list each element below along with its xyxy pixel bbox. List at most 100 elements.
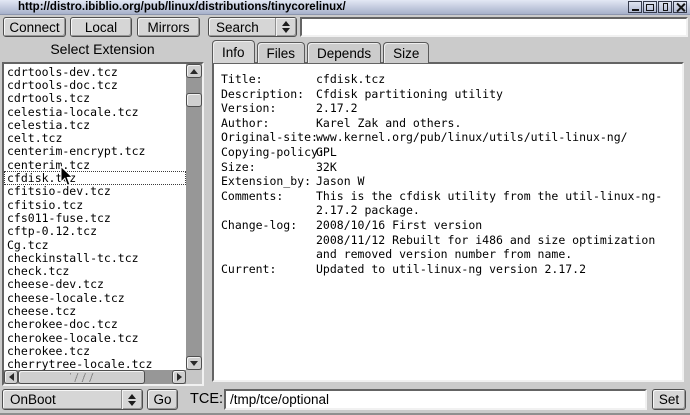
info-field-value: www.kernel.org/pub/linux/utils/util-linu… [316, 130, 628, 145]
appbrowser-window: http://distro.ibiblio.org/pub/linux/dist… [0, 0, 690, 415]
info-line: Change-log: 2008/10/16 First version [221, 218, 678, 233]
list-item[interactable]: cdrtools-dev.tcz [4, 65, 186, 78]
left-arrow-icon [9, 373, 14, 381]
horizontal-scroll-thumb[interactable] [18, 370, 145, 384]
info-field-label: Change-log: [221, 218, 316, 233]
list-item[interactable]: cherokee-doc.tcz [4, 318, 186, 331]
tab[interactable]: Files [257, 42, 306, 63]
minimize-button[interactable] [628, 1, 642, 13]
scroll-up-button[interactable] [186, 64, 202, 78]
shade-icon [663, 3, 668, 11]
info-field-value: and removed version number from name. [316, 247, 572, 262]
maximize-icon [646, 4, 654, 11]
scroll-left-button[interactable] [4, 370, 18, 384]
list-item[interactable]: cherokee-locale.tcz [4, 331, 186, 344]
onboot-dropdown-label: OnBoot [3, 390, 121, 409]
right-arrow-icon [177, 373, 182, 381]
info-line: Current: Updated to util-linux-ng versio… [221, 262, 678, 277]
titlebar[interactable]: http://distro.ibiblio.org/pub/linux/dist… [0, 0, 690, 15]
info-field-label: Copying-policy: [221, 145, 316, 160]
list-item[interactable]: checkinstall-tc.tcz [4, 251, 186, 264]
tab[interactable]: Depends [307, 42, 381, 63]
info-field-label [221, 203, 316, 218]
scroll-down-button[interactable] [186, 356, 202, 370]
info-line: Original-site: www.kernel.org/pub/linux/… [221, 130, 678, 145]
grip-icon [70, 373, 94, 382]
close-button[interactable] [673, 1, 687, 13]
list-item[interactable]: cherrytree-locale.tcz [4, 358, 186, 370]
vertical-scrollbar[interactable] [186, 64, 202, 370]
info-field-value: Updated to util-linux-ng version 2.17.2 [316, 262, 586, 277]
search-dropdown[interactable]: Search [208, 17, 297, 37]
list-item[interactable]: check.tcz [4, 264, 186, 277]
maximize-button[interactable] [643, 1, 657, 13]
onboot-dropdown[interactable]: OnBoot [2, 389, 143, 410]
info-line: Extension_by: Jason W [221, 174, 678, 189]
tce-label: TCE: [190, 391, 223, 407]
search-dropdown-label: Search [209, 18, 275, 36]
info-field-value: Jason W [316, 174, 364, 189]
info-line: Title: cfdisk.tcz [221, 72, 678, 87]
tce-input[interactable] [224, 389, 647, 410]
list-item[interactable]: cheese.tcz [4, 304, 186, 317]
close-icon [676, 3, 685, 12]
list-item[interactable]: cdrtools.tcz [4, 92, 186, 105]
list-item[interactable]: cheese-locale.tcz [4, 291, 186, 304]
list-item[interactable]: cheese-dev.tcz [4, 278, 186, 291]
info-field-value: 2008/10/16 First version [316, 218, 482, 233]
search-input[interactable] [300, 17, 688, 37]
info-field-label: Extension_by: [221, 174, 316, 189]
list-item[interactable]: cfitsio.tcz [4, 198, 186, 211]
connect-button[interactable]: Connect [3, 17, 66, 37]
shade-button[interactable] [658, 1, 672, 13]
info-line: Version: 2.17.2 [221, 101, 678, 116]
list-item[interactable]: cdrtools-doc.tcz [4, 78, 186, 91]
tab[interactable]: Size [383, 42, 429, 63]
info-field-value: This is the cfdisk utility from the util… [316, 189, 662, 204]
go-button[interactable]: Go [147, 389, 178, 410]
minimize-icon [632, 9, 639, 11]
info-field-label: Current: [221, 262, 316, 277]
info-field-label [221, 247, 316, 262]
info-line: Copying-policy: GPL [221, 145, 678, 160]
info-field-value: Cfdisk partitioning utility [316, 87, 503, 102]
extension-list: cdrtools-dev.tcz cdrtools-doc.tcz cdrtoo… [2, 62, 204, 386]
info-line: Comments: This is the cfdisk utility fro… [221, 189, 678, 204]
info-field-label: Description: [221, 87, 316, 102]
scrollbar-corner [186, 370, 202, 384]
list-item[interactable]: cfdisk.tcz [4, 171, 186, 184]
info-field-label: Version: [221, 101, 316, 116]
horizontal-scrollbar[interactable] [4, 370, 186, 384]
mirrors-button[interactable]: Mirrors [137, 17, 200, 37]
tab-bar: Info Files Depends Size [212, 40, 431, 63]
info-field-value: cfdisk.tcz [316, 72, 385, 87]
set-button[interactable]: Set [652, 389, 686, 410]
down-arrow-icon [190, 361, 198, 366]
scroll-right-button[interactable] [172, 370, 186, 384]
info-line: and removed version number from name. [221, 247, 678, 262]
select-extension-header: Select Extension [0, 41, 205, 57]
list-item[interactable]: centerim-encrypt.tcz [4, 145, 186, 158]
list-item[interactable]: celt.tcz [4, 131, 186, 144]
tab[interactable]: Info [212, 40, 255, 63]
window-controls [628, 1, 687, 13]
info-line: Size: 32K [221, 160, 678, 175]
info-line: 2008/11/12 Rebuilt for i486 and size opt… [221, 233, 678, 248]
vertical-scroll-thumb[interactable] [186, 93, 202, 107]
list-item[interactable]: centerim.tcz [4, 158, 186, 171]
up-down-arrows-icon [121, 390, 142, 409]
list-item[interactable]: celestia.tcz [4, 118, 186, 131]
local-button[interactable]: Local [70, 17, 132, 37]
list-item[interactable]: cfs011-fuse.tcz [4, 211, 186, 224]
extension-list-items: cdrtools-dev.tcz cdrtools-doc.tcz cdrtoo… [4, 64, 186, 370]
list-item[interactable]: cfitsio-dev.tcz [4, 185, 186, 198]
info-field-label: Author: [221, 116, 316, 131]
list-item[interactable]: cherokee.tcz [4, 344, 186, 357]
info-field-value: 2.17.2 package. [316, 203, 420, 218]
up-arrow-icon [190, 69, 198, 74]
info-panel: Title: cfdisk.tcz Description: Cfdisk pa… [212, 62, 684, 382]
list-item[interactable]: Cg.tcz [4, 238, 186, 251]
list-item[interactable]: cftp-0.12.tcz [4, 225, 186, 238]
list-item[interactable]: celestia-locale.tcz [4, 105, 186, 118]
info-field-label [221, 233, 316, 248]
